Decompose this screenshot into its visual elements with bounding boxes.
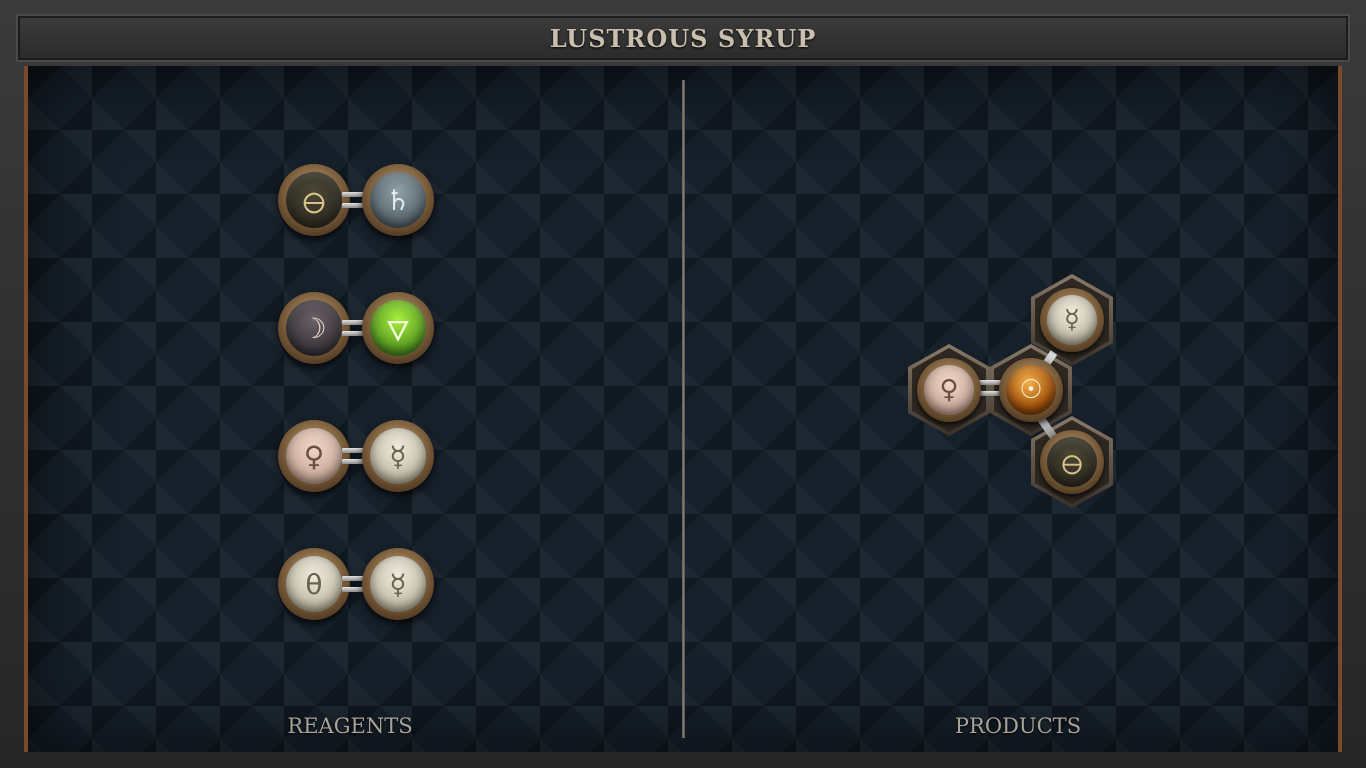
reagent-molecule-3[interactable]: ♀ ☿ (278, 416, 438, 496)
title-bar: LUSTROUS SYRUP (16, 14, 1350, 62)
atom-gold-icon: ☉ (999, 358, 1063, 422)
atom-salt-icon: 🜔 (1040, 430, 1104, 494)
game-window-frame: LUSTROUS SYRUP 🜔 ♄ ☽ 🜄 ♀ ☿ θ ☿ ♀ ☉ ☿ 🜔 R… (0, 0, 1366, 768)
reagent-molecule-4[interactable]: θ ☿ (278, 544, 438, 624)
products-label: PRODUCTS (954, 714, 1082, 738)
atom-silver-icon: ☽ (278, 292, 350, 364)
atom-quicksilver-salt-icon: θ (278, 548, 350, 620)
reagent-molecule-2[interactable]: ☽ 🜄 (278, 288, 438, 368)
panel-divider (682, 80, 685, 738)
atom-lead-icon: ♄ (362, 164, 434, 236)
reagents-label: REAGENTS (287, 714, 413, 738)
atom-copper-icon: ♀ (917, 358, 981, 422)
atom-vitae-icon: 🜄 (362, 292, 434, 364)
puzzle-title: LUSTROUS SYRUP (549, 23, 817, 53)
atom-salt-icon: 🜔 (278, 164, 350, 236)
atom-quicksilver-icon: ☿ (1040, 288, 1104, 352)
product-molecule[interactable]: ♀ ☉ ☿ 🜔 (900, 270, 1120, 520)
atom-quicksilver-icon: ☿ (362, 420, 434, 492)
atom-copper-icon: ♀ (278, 420, 350, 492)
reagent-molecule-1[interactable]: 🜔 ♄ (278, 160, 438, 240)
atom-quicksilver-icon: ☿ (362, 548, 434, 620)
